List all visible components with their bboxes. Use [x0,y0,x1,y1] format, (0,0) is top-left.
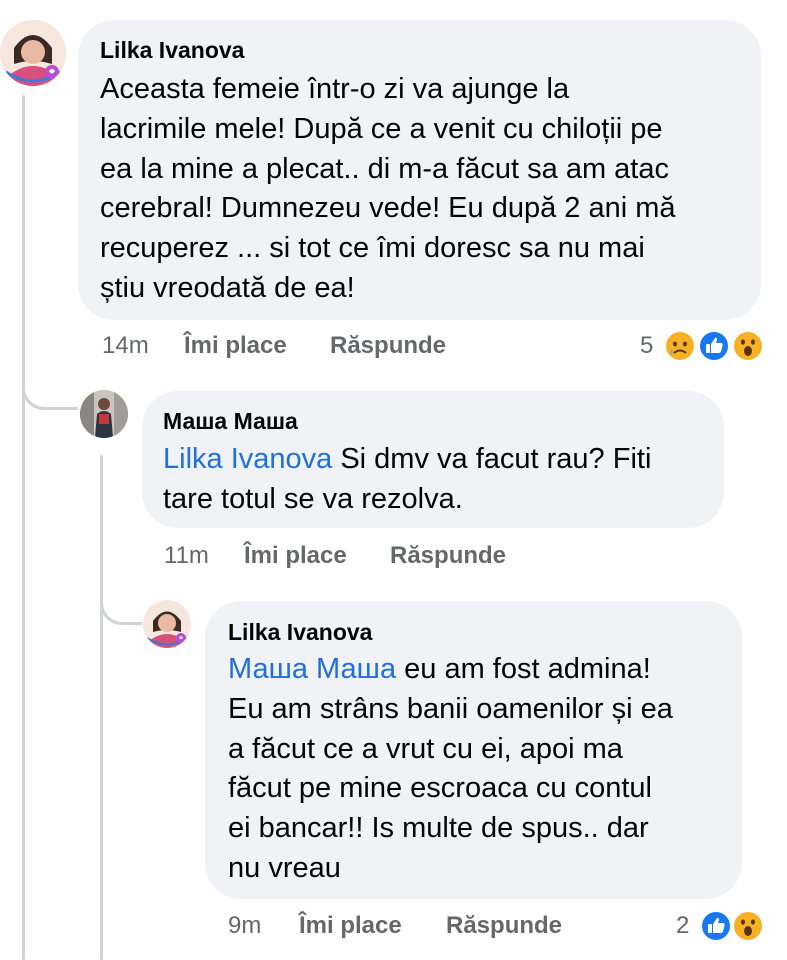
thread-connector [22,370,78,410]
avatar[interactable] [0,20,66,86]
wow-icon [732,910,764,942]
comment-timestamp[interactable]: 11m [164,542,209,570]
reply-button[interactable]: Răspunde [330,332,446,360]
like-icon [698,330,730,362]
comment-author[interactable]: Маша Маша [163,408,298,435]
avatar[interactable] [143,600,191,648]
like-icon [700,910,732,942]
reply-button[interactable]: Răspunde [446,912,562,940]
comment-timestamp[interactable]: 9m [228,912,261,940]
thread-line [100,455,103,960]
like-button[interactable]: Îmi place [184,332,287,360]
mention-link[interactable]: Lilka Ivanova [163,443,332,475]
wow-icon [732,330,764,362]
thread-line [22,95,25,960]
thread-connector [100,585,142,625]
reaction-count[interactable]: 5 [640,332,653,360]
mention-link[interactable]: Маша Маша [228,653,396,685]
reaction-count[interactable]: 2 [676,912,689,940]
like-button[interactable]: Îmi place [299,912,402,940]
comment-timestamp[interactable]: 14m [102,332,149,360]
reply-button[interactable]: Răspunde [390,542,506,570]
avatar[interactable] [80,390,128,438]
comment-author[interactable]: Lilka Ivanova [100,37,244,64]
sad-icon [664,330,696,362]
like-button[interactable]: Îmi place [244,542,347,570]
comment-author[interactable]: Lilka Ivanova [228,619,372,646]
